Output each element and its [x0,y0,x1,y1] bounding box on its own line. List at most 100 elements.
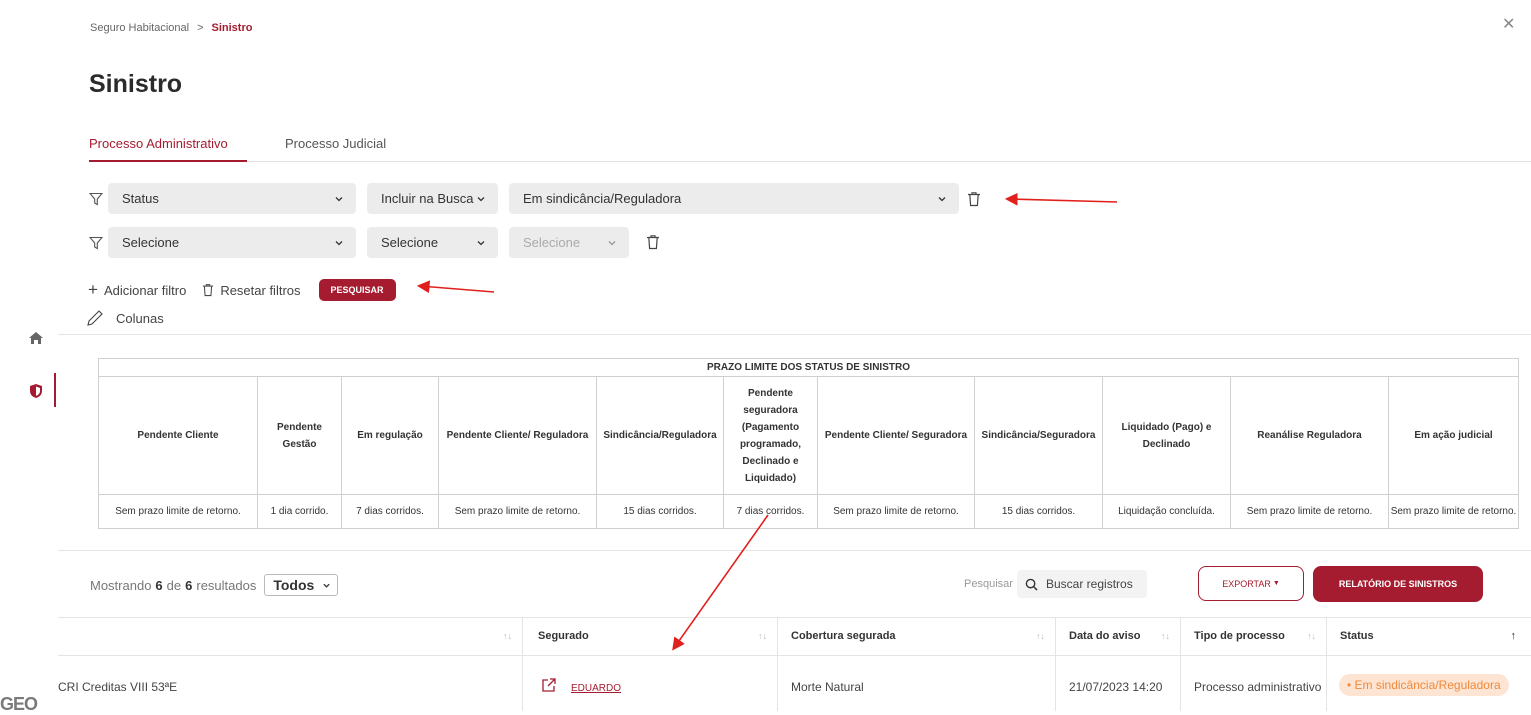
column-header-label: Data do aviso [1069,630,1141,642]
filter-field-select[interactable]: Status [108,183,356,214]
tab-processo-administrativo[interactable]: Processo Administrativo [89,136,228,151]
add-filter-label: Adicionar filtro [103,282,187,298]
prazo-value: 15 dias corridos. [596,494,724,529]
results-shown: 6 [155,577,163,593]
filter-value-text: Em sindicância/Reguladora [523,191,682,206]
results-count: Mostrando 6 de 6 resultados Todos [90,574,339,596]
column-header-segurado[interactable]: Segurado ↑↓ [522,617,777,655]
prazo-value: Sem prazo limite de retorno. [1230,494,1389,529]
export-label: EXPORTAR [1222,578,1271,589]
prazo-value: Sem prazo limite de retorno. [98,494,258,529]
prazo-col-header: Pendente Cliente/ Seguradora [817,376,975,495]
results-suffix: resultados [196,577,257,593]
active-tab-underline [89,160,247,162]
cell-data-aviso: 21/07/2023 14:20 [1069,680,1163,694]
page-size-select[interactable]: Todos [264,574,339,596]
search-button[interactable]: PESQUISAR [318,279,396,301]
column-divider [777,617,778,711]
sort-icon[interactable]: ↑↓ [1036,631,1045,641]
prazo-values-row: Sem prazo limite de retorno. 1 dia corri… [98,494,1519,529]
column-divider [1180,617,1181,711]
sidebar-active-indicator [54,373,56,407]
breadcrumb-item-sinistro: Sinistro [211,22,253,34]
trash-icon[interactable] [967,191,981,207]
filter-operator-value: Incluir na Busca [381,191,474,206]
results-of: de [166,577,182,593]
filter-value-select-2[interactable]: Selecione [509,227,629,258]
prazo-col-header: Em ação judicial [1388,376,1519,495]
prazo-col-header: Pendente seguradora (Pagamento programad… [723,376,818,495]
home-icon[interactable] [24,326,48,350]
column-header-tipo-processo[interactable]: Tipo de processo ↑↓ [1180,617,1326,655]
prazo-value: Sem prazo limite de retorno. [438,494,597,529]
chevron-down-icon [608,240,616,245]
prazo-table-title: PRAZO LIMITE DOS STATUS DE SINISTRO [98,358,1519,377]
close-icon[interactable]: ✕ [1502,14,1515,34]
prazo-value: 15 dias corridos. [974,494,1103,529]
reset-filters-button[interactable]: Resetar filtros [202,283,301,298]
sort-icon[interactable]: ↑↓ [758,631,767,641]
filter-value-select[interactable]: Em sindicância/Reguladora [509,183,959,214]
status-badge: • Em sindicância/Reguladora [1339,674,1509,696]
prazo-col-header: Pendente Cliente/ Reguladora [438,376,597,495]
filter-operator-value-2: Selecione [381,235,439,250]
sort-icon[interactable]: ↑↓ [503,631,512,641]
prazo-limite-table: PRAZO LIMITE DOS STATUS DE SINISTRO Pend… [98,358,1519,529]
results-total: 6 [185,577,193,593]
column-header-label: Tipo de processo [1194,630,1285,642]
segurado-link[interactable]: EDUARDO [571,683,621,694]
column-header-cobertura[interactable]: Cobertura segurada ↑↓ [777,617,1055,655]
column-header-status[interactable]: Status ↑ [1326,617,1526,655]
chevron-down-icon [938,196,946,201]
annotation-arrows [416,192,1118,651]
tab-processo-judicial[interactable]: Processo Judicial [285,136,386,151]
filter-operator-select[interactable]: Incluir na Busca [367,183,498,214]
prazo-value: 1 dia corrido. [257,494,342,529]
trash-icon[interactable] [646,234,660,250]
page-size-value: Todos [273,577,315,593]
search-label: Pesquisar [964,578,1013,590]
export-button[interactable]: EXPORTAR ▼ [1198,566,1304,601]
prazo-col-header: Pendente Cliente [98,376,258,495]
column-divider [1326,617,1327,711]
prazo-value: Liquidação concluída. [1102,494,1231,529]
add-filter-button[interactable]: + Adicionar filtro [88,281,187,298]
chevron-down-icon [335,240,343,245]
chevron-down-icon [477,196,485,201]
sinistro-report-button[interactable]: RELATÓRIO DE SINISTROS [1313,566,1483,602]
sort-icon[interactable]: ↑↓ [1161,631,1170,641]
column-header-data-aviso[interactable]: Data do aviso ↑↓ [1055,617,1180,655]
search-icon [1025,578,1038,591]
filter-field-value: Status [122,191,159,206]
filter-icon [89,236,103,250]
chevron-down-icon [335,196,343,201]
filter-operator-select-2[interactable]: Selecione [367,227,498,258]
filter-actions: + Adicionar filtro Resetar filtros PESQU… [88,279,396,301]
columns-button[interactable]: Colunas [86,309,164,327]
search-box [1017,570,1147,598]
divider [58,655,1531,656]
divider [58,334,1531,335]
prazo-col-header: Liquidado (Pago) e Declinado [1102,376,1231,495]
sort-icon[interactable]: ↑↓ [1307,631,1316,641]
page-title: Sinistro [89,70,183,98]
filter-icon [89,192,103,206]
external-link-icon[interactable] [541,677,557,693]
breadcrumb-item-seguro-habitacional[interactable]: Seguro Habitacional [90,22,189,34]
column-header-operacao[interactable]: ↑↓ [58,617,522,655]
sort-asc-icon[interactable]: ↑ [1511,630,1517,642]
column-divider [522,617,523,711]
filter-value-text-2: Selecione [523,235,581,250]
search-input[interactable] [1044,576,1139,592]
shield-icon[interactable] [24,379,48,403]
tab-bar: Processo Administrativo Processo Judicia… [89,128,1531,162]
prazo-value: Sem prazo limite de retorno. [817,494,975,529]
results-count-prefix: Mostrando [90,577,152,593]
prazo-col-header: Sindicância/Reguladora [596,376,724,495]
column-header-label: Status [1340,630,1374,642]
filter-field-select-2[interactable]: Selecione [108,227,356,258]
prazo-col-header: Em regulação [341,376,439,495]
cell-operacao: CRI Creditas VIII 53ªE [58,680,178,694]
prazo-value: Sem prazo limite de retorno. [1388,494,1519,529]
cell-segurado: EDUARDO [541,675,621,694]
